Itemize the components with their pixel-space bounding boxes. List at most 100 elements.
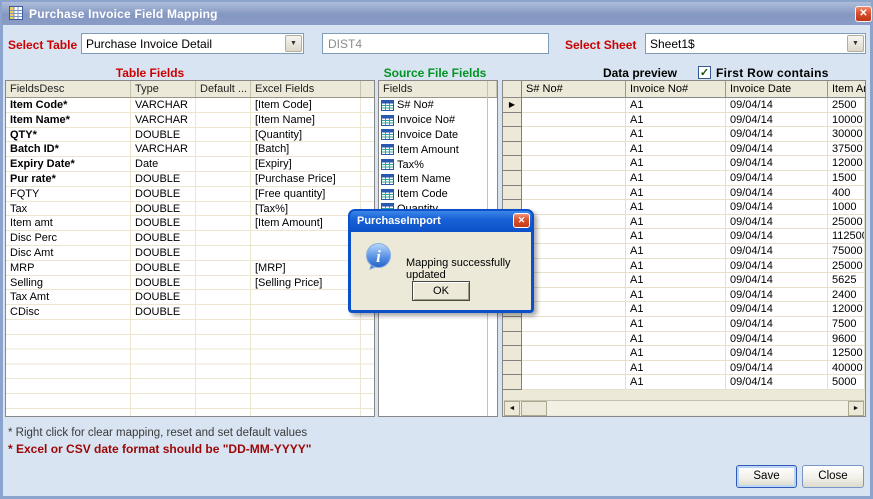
table-field-row[interactable]: Tax DOUBLE [Tax%] (6, 201, 374, 217)
table-field-row[interactable]: Item amt DOUBLE [Item Amount] (6, 216, 374, 232)
horizontal-scrollbar[interactable]: ◄ ► (504, 400, 864, 416)
dialog-title-bar[interactable]: PurchaseImport ✕ (350, 211, 532, 232)
data-preview-row[interactable]: A1 09/04/14 1000 (503, 200, 865, 215)
row-selector-cell[interactable] (503, 375, 522, 390)
data-preview-row[interactable]: A1 09/04/14 10000 (503, 112, 865, 128)
field-grid-icon (381, 129, 394, 141)
column-header[interactable]: Excel Fields (251, 81, 361, 97)
table-field-row[interactable]: Selling DOUBLE [Selling Price] (6, 275, 374, 291)
data-preview-row[interactable]: ▶ A1 09/04/14 2500 (503, 98, 865, 113)
column-header[interactable]: Invoice No# (626, 81, 726, 97)
column-header[interactable]: Default ... (196, 81, 251, 97)
source-field-item[interactable]: Item Amount (379, 142, 497, 157)
close-icon[interactable]: ✕ (855, 6, 872, 22)
row-selector-cell[interactable] (503, 156, 522, 171)
data-preview-row[interactable]: A1 09/04/14 25000 (503, 258, 865, 274)
column-header[interactable]: Item Am (828, 81, 865, 97)
row-selector-cell[interactable] (503, 185, 522, 201)
data-preview-row[interactable]: A1 09/04/14 400 (503, 185, 865, 201)
scroll-left-icon[interactable]: ◄ (504, 401, 520, 416)
window-grid-icon (9, 6, 23, 25)
row-selector-cell[interactable] (503, 170, 522, 186)
data-preview-row[interactable]: A1 09/04/14 12500 (503, 346, 865, 361)
s-no-cell (522, 200, 626, 215)
source-field-item[interactable]: Invoice No# (379, 113, 497, 128)
dialog-close-icon[interactable]: ✕ (513, 213, 530, 228)
data-preview-row[interactable]: A1 09/04/14 9600 (503, 331, 865, 347)
source-file-fields-title: Source File Fields (383, 66, 487, 80)
data-preview-row[interactable]: A1 09/04/14 2400 (503, 287, 865, 303)
data-preview-row[interactable]: A1 09/04/14 75000 (503, 243, 865, 259)
fields-column-header[interactable]: Fields (379, 81, 497, 97)
table-field-row[interactable]: Item Code* VARCHAR [Item Code] (6, 98, 374, 113)
column-header[interactable]: S# No# (522, 81, 626, 97)
row-selector-cell[interactable] (503, 360, 522, 376)
source-field-item[interactable]: Tax% (379, 157, 497, 172)
source-file-name-input[interactable] (322, 33, 549, 54)
data-preview-row[interactable]: A1 09/04/14 12000 (503, 302, 865, 317)
table-field-row[interactable]: Item Name* VARCHAR [Item Name] (6, 112, 374, 128)
table-field-row[interactable]: Pur rate* DOUBLE [Purchase Price] (6, 171, 374, 187)
scrollbar-track[interactable] (547, 401, 848, 415)
select-sheet-dropdown[interactable]: Sheet1$ ▼ (645, 33, 866, 54)
invoice-no-cell: A1 (626, 258, 726, 274)
data-preview-row[interactable]: A1 09/04/14 37500 (503, 141, 865, 157)
item-amount-cell: 2400 (828, 287, 865, 303)
data-preview-row[interactable]: A1 09/04/14 5625 (503, 273, 865, 288)
source-field-label: Tax% (397, 158, 424, 171)
column-header[interactable]: FieldsDesc (6, 81, 131, 97)
table-field-row[interactable]: Disc Perc DOUBLE (6, 231, 374, 246)
row-selector-cell[interactable] (503, 112, 522, 128)
source-field-item[interactable]: Invoice Date (379, 128, 497, 143)
dropdown-arrow-icon[interactable]: ▼ (285, 35, 302, 52)
table-field-row[interactable]: Disc Amt DOUBLE (6, 245, 374, 261)
row-selector-cell[interactable] (503, 346, 522, 361)
dropdown-arrow-icon[interactable]: ▼ (847, 35, 864, 52)
item-amount-cell: 12000 (828, 302, 865, 317)
table-field-row[interactable]: MRP DOUBLE [MRP] (6, 260, 374, 276)
excel-field-cell: [Expiry] (251, 157, 361, 172)
row-selector-cell[interactable] (503, 127, 522, 142)
invoice-no-cell: A1 (626, 141, 726, 157)
data-preview-row[interactable]: A1 09/04/14 30000 (503, 127, 865, 142)
item-amount-cell: 2500 (828, 98, 865, 113)
data-preview-row[interactable]: A1 09/04/14 5000 (503, 375, 865, 390)
data-preview-row[interactable]: A1 09/04/14 40000 (503, 360, 865, 376)
row-selector-cell[interactable] (503, 331, 522, 347)
table-field-row[interactable]: Tax Amt DOUBLE (6, 290, 374, 306)
title-bar[interactable]: Purchase Invoice Field Mapping ✕ (2, 2, 872, 25)
data-preview-row[interactable]: A1 09/04/14 112500 (503, 229, 865, 244)
item-amount-cell: 25000 (828, 214, 865, 230)
column-header[interactable]: Type (131, 81, 196, 97)
row-selector-cell[interactable] (503, 141, 522, 157)
field-default-cell (196, 142, 251, 158)
column-header[interactable]: Invoice Date (726, 81, 828, 97)
save-button[interactable]: Save (736, 465, 797, 488)
table-field-row[interactable]: FQTY DOUBLE [Free quantity] (6, 186, 374, 202)
select-table-dropdown[interactable]: Purchase Invoice Detail ▼ (81, 33, 304, 54)
scrollbar-thumb[interactable] (521, 401, 547, 416)
table-field-row[interactable]: CDisc DOUBLE (6, 305, 374, 320)
scroll-right-icon[interactable]: ► (848, 401, 864, 416)
data-preview-row[interactable]: A1 09/04/14 1500 (503, 170, 865, 186)
close-button[interactable]: Close (802, 465, 864, 488)
table-field-row[interactable]: Batch ID* VARCHAR [Batch] (6, 142, 374, 158)
field-type-cell: DOUBLE (131, 245, 196, 261)
field-desc-cell: Pur rate* (6, 171, 131, 187)
first-row-checkbox[interactable]: ✓ (698, 66, 711, 79)
source-field-item[interactable]: Item Code (379, 187, 497, 202)
field-desc-cell: CDisc (6, 305, 131, 320)
source-field-item[interactable]: S# No# (379, 98, 497, 113)
source-field-item[interactable]: Item Name (379, 172, 497, 187)
s-no-cell (522, 185, 626, 201)
data-preview-row[interactable]: A1 09/04/14 25000 (503, 214, 865, 230)
row-selector-cell[interactable]: ▶ (503, 98, 522, 113)
table-field-row[interactable]: Expiry Date* Date [Expiry] (6, 157, 374, 172)
item-amount-cell: 30000 (828, 127, 865, 142)
invoice-no-cell: A1 (626, 185, 726, 201)
row-selector-cell[interactable] (503, 316, 522, 332)
data-preview-row[interactable]: A1 09/04/14 7500 (503, 316, 865, 332)
ok-button[interactable]: OK (412, 281, 470, 301)
table-field-row[interactable]: QTY* DOUBLE [Quantity] (6, 127, 374, 143)
data-preview-row[interactable]: A1 09/04/14 12000 (503, 156, 865, 171)
